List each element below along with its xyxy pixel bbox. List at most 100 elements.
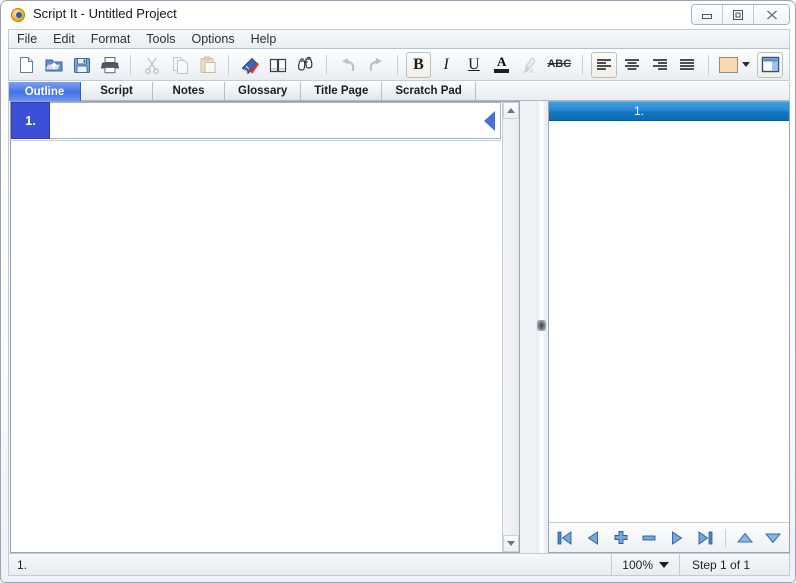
minimize-button[interactable] xyxy=(692,5,723,24)
tab-notes[interactable]: Notes xyxy=(153,82,225,101)
page-color-button[interactable] xyxy=(717,52,752,78)
new-page-icon xyxy=(20,56,34,73)
menu-item-help[interactable]: Help xyxy=(243,30,285,48)
font-color-bar xyxy=(494,69,510,73)
redo-arrow-icon xyxy=(369,57,382,71)
outline-row-text xyxy=(50,103,500,121)
align-center-icon xyxy=(624,58,639,70)
paste-button[interactable] xyxy=(195,52,221,78)
application-window: Script It - Untitled Project File Edit F… xyxy=(0,0,796,583)
italic-label: I xyxy=(443,55,449,73)
scroll-up-icon xyxy=(507,108,515,113)
tab-strip-filler xyxy=(475,82,789,101)
menu-item-file[interactable]: File xyxy=(9,30,45,48)
undo-button[interactable] xyxy=(335,52,361,78)
zoom-selector[interactable]: 100% xyxy=(611,554,679,575)
tab-script[interactable]: Script xyxy=(81,82,153,101)
status-step-counter: Step 1 of 1 xyxy=(679,554,789,575)
preview-step-header: 1. xyxy=(549,102,789,121)
triangle-up-icon xyxy=(736,532,754,542)
open-project-button[interactable] xyxy=(41,52,67,78)
previous-icon xyxy=(587,530,598,545)
strikethrough-button[interactable]: ABC xyxy=(544,52,574,78)
undo-arrow-icon xyxy=(342,57,355,71)
main-toolbar: B I U A A ABC xyxy=(8,49,790,81)
outline-scroll-down-button[interactable] xyxy=(503,535,519,552)
menu-item-format[interactable]: Format xyxy=(83,30,139,48)
title-bar: Script It - Untitled Project xyxy=(1,1,795,29)
align-right-button[interactable] xyxy=(647,52,673,78)
align-left-icon xyxy=(597,58,612,70)
align-right-icon xyxy=(652,58,667,70)
toggle-preview-panel-button[interactable] xyxy=(757,51,784,78)
redo-button[interactable] xyxy=(363,52,389,78)
outline-vertical-scrollbar[interactable] xyxy=(502,102,519,552)
remove-step-button[interactable] xyxy=(636,526,663,550)
preview-step-body[interactable] xyxy=(549,121,789,522)
outline-row-number: 1. xyxy=(11,102,50,139)
menu-item-edit[interactable]: Edit xyxy=(45,30,83,48)
outline-row[interactable]: 1. xyxy=(11,102,501,139)
align-center-button[interactable] xyxy=(619,52,645,78)
underline-button[interactable]: U xyxy=(461,52,487,78)
tab-glossary[interactable]: Glossary xyxy=(225,82,302,101)
bold-label: B xyxy=(413,55,424,73)
minus-icon xyxy=(642,535,656,540)
move-step-up-button[interactable] xyxy=(732,526,759,550)
find-button[interactable] xyxy=(293,52,319,78)
splitter-grip-handle[interactable] xyxy=(537,320,546,331)
window-title: Script It - Untitled Project xyxy=(33,6,177,21)
status-bar: 1. 100% Step 1 of 1 xyxy=(8,553,790,576)
print-button[interactable] xyxy=(97,52,123,78)
menu-item-tools[interactable]: Tools xyxy=(138,30,183,48)
add-step-button[interactable] xyxy=(608,526,635,550)
last-step-button[interactable] xyxy=(692,526,719,550)
minimize-icon xyxy=(702,13,712,19)
copy-button[interactable] xyxy=(167,52,193,78)
binoculars-icon xyxy=(297,56,313,71)
align-justify-button[interactable] xyxy=(674,52,700,78)
tab-outline[interactable]: Outline xyxy=(9,82,81,101)
strikethrough-label: ABC xyxy=(547,58,572,70)
color-swatch-icon xyxy=(719,56,739,73)
first-step-button[interactable] xyxy=(552,526,579,550)
previous-step-button[interactable] xyxy=(580,526,607,550)
preview-navigation-toolbar xyxy=(549,522,789,552)
script-it-app-icon xyxy=(11,8,25,22)
pane-splitter[interactable] xyxy=(536,101,547,553)
scroll-down-icon xyxy=(507,541,515,546)
maximize-button[interactable] xyxy=(723,5,754,24)
dictionary-button[interactable] xyxy=(265,52,291,78)
font-color-button[interactable]: A xyxy=(489,52,515,78)
bold-button[interactable]: B xyxy=(405,51,432,78)
svg-text:A: A xyxy=(529,67,534,75)
document-tabs: Outline Script Notes Glossary Title Page… xyxy=(8,82,790,101)
scissors-icon xyxy=(145,57,160,74)
menu-item-options[interactable]: Options xyxy=(183,30,242,48)
cut-button[interactable] xyxy=(139,52,165,78)
first-icon xyxy=(557,530,572,545)
window-controls xyxy=(691,4,790,25)
align-left-button[interactable] xyxy=(591,51,617,78)
italic-button[interactable]: I xyxy=(433,52,459,78)
main-content-area: 1. 1. xyxy=(8,101,790,553)
save-project-button[interactable] xyxy=(69,52,95,78)
new-document-button[interactable] xyxy=(14,52,40,78)
save-floppy-icon xyxy=(73,57,90,73)
open-folder-icon xyxy=(44,59,63,71)
book-icon xyxy=(269,58,286,72)
highlight-button[interactable]: A xyxy=(517,52,543,78)
outline-editor-pane: 1. xyxy=(10,101,520,553)
spell-check-button[interactable] xyxy=(237,52,263,78)
move-step-down-button[interactable] xyxy=(760,526,787,550)
outline-row-text-input[interactable] xyxy=(50,102,501,139)
next-step-button[interactable] xyxy=(664,526,691,550)
triangle-down-icon xyxy=(764,533,782,543)
preview-body-text xyxy=(549,121,789,137)
tab-title-page[interactable]: Title Page xyxy=(301,82,383,101)
close-button[interactable] xyxy=(754,5,789,24)
outline-scroll-up-button[interactable] xyxy=(503,102,519,119)
split-panel-icon xyxy=(761,56,779,73)
font-color-label: A xyxy=(496,54,507,69)
tab-scratch-pad[interactable]: Scratch Pad xyxy=(382,82,476,101)
